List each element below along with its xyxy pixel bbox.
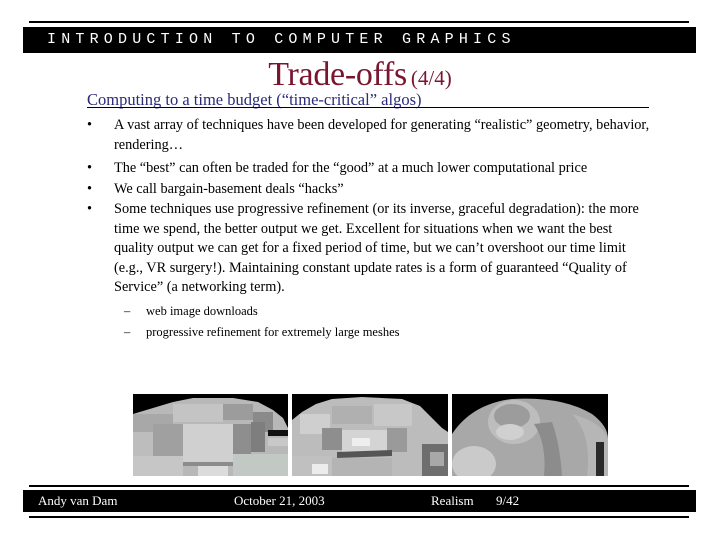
- bullet-list: • A vast array of techniques have been d…: [0, 116, 654, 298]
- footer-top-rule: [29, 485, 689, 487]
- footer-topic: Realism: [431, 493, 474, 508]
- dash-icon: –: [124, 325, 131, 339]
- bullet-icon: •: [87, 201, 93, 217]
- footer-author: Andy van Dam: [38, 493, 118, 508]
- sub-bullet-list: – web image downloads – progressive refi…: [0, 301, 400, 343]
- bullet-icon: •: [87, 117, 93, 133]
- mesh-image-fine: [452, 394, 608, 476]
- slide-title-counter: (4/4): [410, 66, 452, 90]
- slide-title-text: Trade-offs: [268, 56, 407, 93]
- bullet-text: We call bargain-basement deals “hacks”: [114, 180, 344, 197]
- mesh-image-coarse: [133, 394, 288, 476]
- bullet-text: Some techniques use progressive refineme…: [114, 201, 639, 295]
- dash-icon: –: [124, 304, 131, 318]
- sub-bullet-text: web image downloads: [146, 304, 258, 318]
- bullet-text: A vast array of techniques have been dev…: [114, 117, 650, 153]
- bullet-icon: •: [87, 160, 93, 176]
- bullet-item: • We call bargain-basement deals “hacks”: [0, 180, 654, 200]
- sub-bullet-item: – progressive refinement for extremely l…: [0, 322, 400, 343]
- bullet-icon: •: [87, 180, 93, 197]
- slide-title: Trade-offs (4/4): [0, 56, 720, 94]
- sub-bullet-item: – web image downloads: [0, 301, 400, 322]
- bullet-item: • A vast array of techniques have been d…: [0, 116, 654, 155]
- header-bar: INTRODUCTION TO COMPUTER GRAPHICS: [23, 27, 696, 53]
- footer-page-number: 9/42: [496, 493, 520, 508]
- subtitle-underline: [87, 107, 649, 108]
- footer-bottom-rule: [29, 516, 689, 518]
- bullet-item: • Some techniques use progressive refine…: [0, 200, 654, 298]
- footer-date: October 21, 2003: [234, 493, 325, 508]
- header-top-rule: [29, 21, 689, 23]
- footer-bar: Andy van Dam October 21, 2003 Realism 9/…: [23, 490, 696, 512]
- course-title: INTRODUCTION TO COMPUTER GRAPHICS: [47, 31, 516, 48]
- bullet-text: The “best” can often be traded for the “…: [114, 160, 588, 176]
- sub-bullet-text: progressive refinement for extremely lar…: [146, 325, 400, 339]
- mesh-image-medium: [292, 394, 448, 476]
- bullet-item: • The “best” can often be traded for the…: [0, 159, 654, 179]
